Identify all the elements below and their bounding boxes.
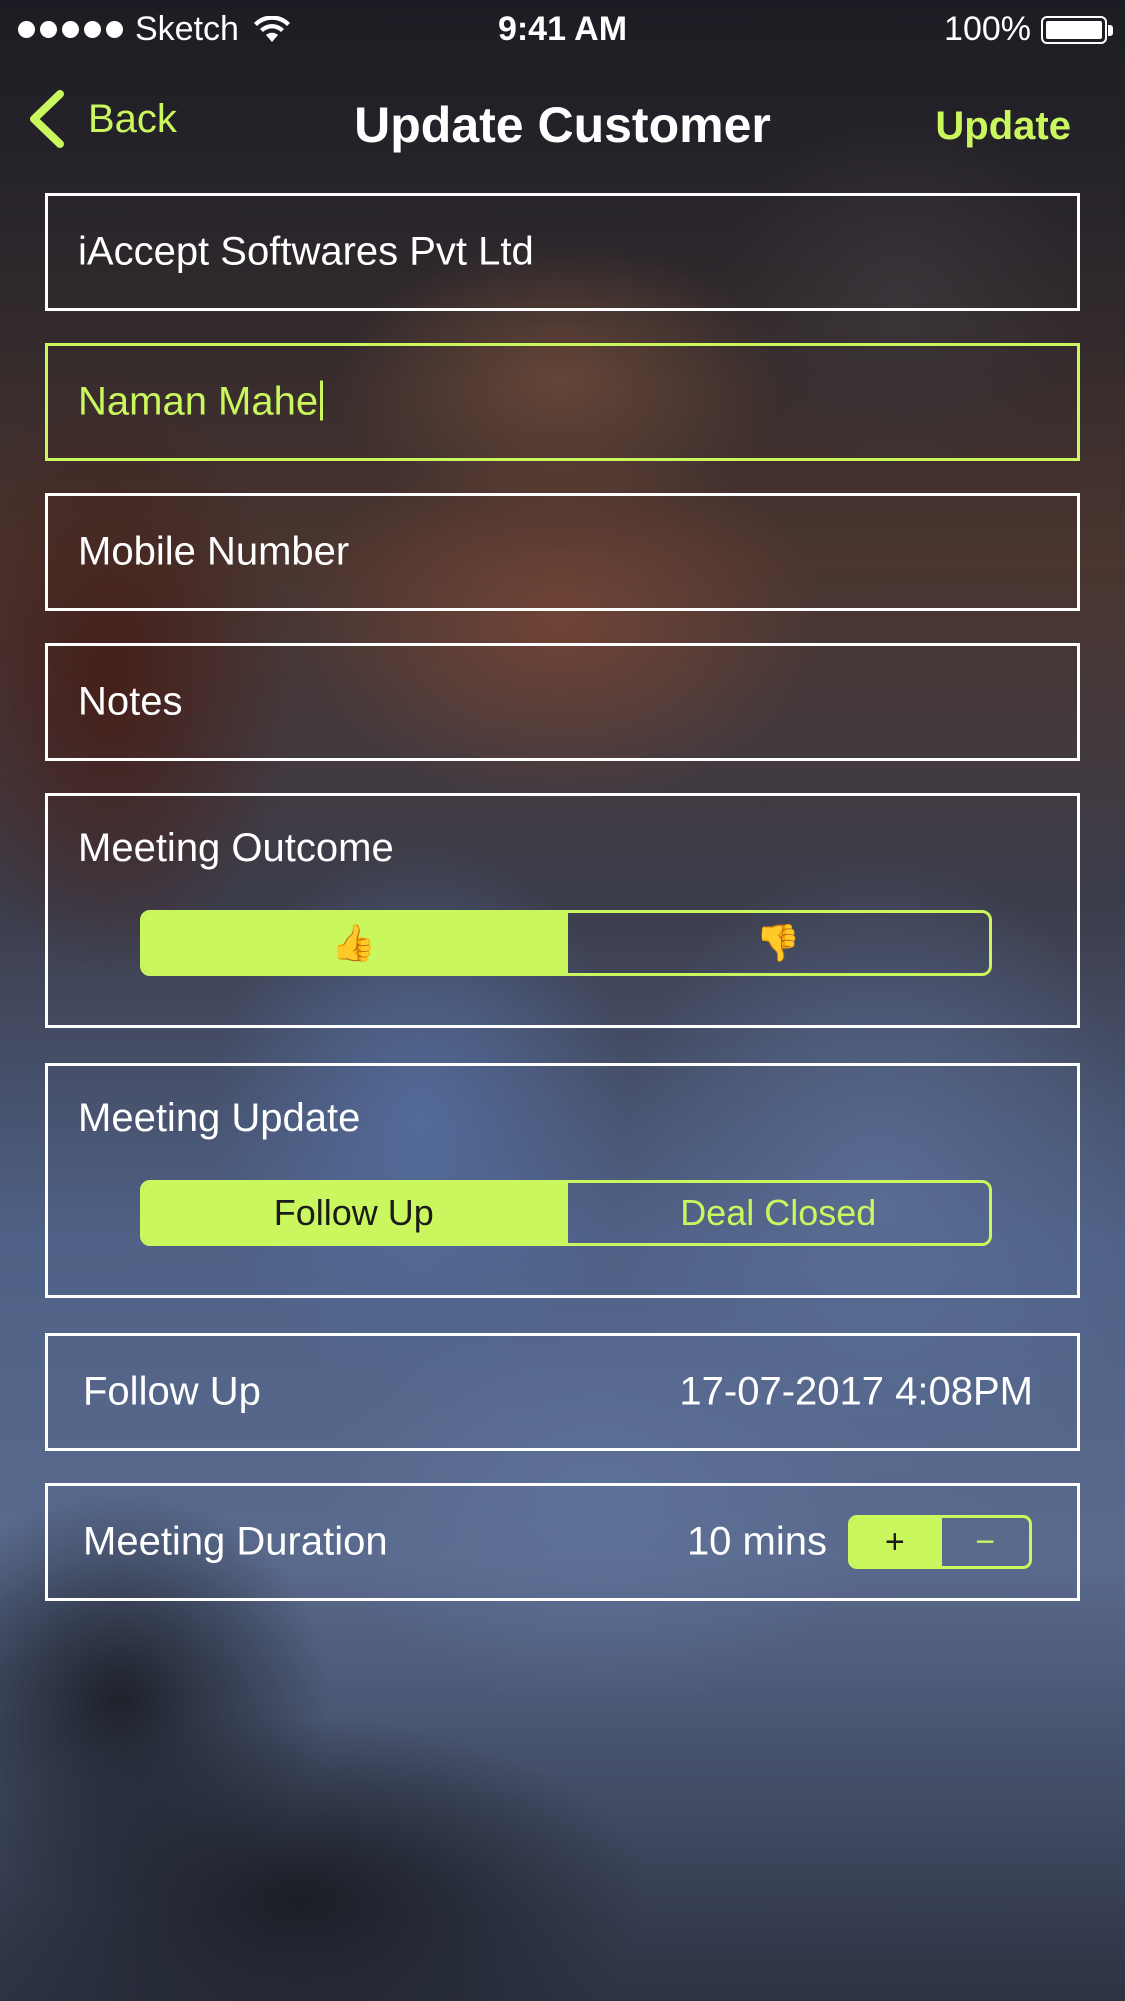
follow-up-label: Follow Up bbox=[83, 1369, 261, 1414]
notes-placeholder: Notes bbox=[78, 679, 183, 724]
contact-name-value: Naman Mahe bbox=[78, 379, 319, 424]
battery-group: 100% bbox=[944, 10, 1113, 49]
meeting-outcome-segmented-control: 👍 👎 bbox=[140, 910, 992, 976]
battery-icon bbox=[1041, 15, 1113, 44]
meeting-duration-row: Meeting Duration 10 mins + − bbox=[45, 1483, 1080, 1601]
navigation-bar: Back Update Customer Update bbox=[0, 90, 1125, 170]
follow-up-row[interactable]: Follow Up 17-07-2017 4:08PM bbox=[45, 1333, 1080, 1451]
status-bar: Sketch 9:41 AM 100% bbox=[0, 0, 1125, 60]
battery-percent: 100% bbox=[944, 10, 1031, 48]
meeting-duration-value: 10 mins bbox=[686, 1519, 827, 1564]
mobile-number-placeholder: Mobile Number bbox=[78, 529, 350, 574]
contact-name-field[interactable]: Naman Mahe bbox=[45, 343, 1080, 461]
thumbs-up-icon: 👍 bbox=[331, 922, 377, 963]
follow-up-datetime: 17-07-2017 4:08PM bbox=[679, 1369, 1033, 1414]
thumbs-down-icon: 👎 bbox=[755, 922, 801, 963]
meeting-update-label: Meeting Update bbox=[78, 1096, 361, 1140]
meeting-duration-label: Meeting Duration bbox=[83, 1519, 388, 1564]
contact-name-wrapper: Naman Mahe bbox=[78, 379, 324, 425]
duration-stepper: + − bbox=[848, 1515, 1032, 1569]
thumbs-up-segment[interactable]: 👍 bbox=[143, 913, 565, 973]
follow-up-segment[interactable]: Follow Up bbox=[143, 1183, 565, 1243]
meeting-update-segmented-control: Follow Up Deal Closed bbox=[140, 1180, 992, 1246]
mobile-number-field[interactable]: Mobile Number bbox=[45, 493, 1080, 611]
update-button[interactable]: Update bbox=[935, 104, 1071, 149]
company-field[interactable]: iAccept Softwares Pvt Ltd bbox=[45, 193, 1080, 311]
deal-closed-segment[interactable]: Deal Closed bbox=[564, 1183, 990, 1243]
meeting-outcome-label: Meeting Outcome bbox=[78, 826, 394, 870]
decrement-button[interactable]: − bbox=[938, 1518, 1030, 1566]
thumbs-down-segment[interactable]: 👎 bbox=[564, 913, 990, 973]
text-cursor bbox=[320, 380, 324, 421]
notes-field[interactable]: Notes bbox=[45, 643, 1080, 761]
company-value: iAccept Softwares Pvt Ltd bbox=[78, 229, 534, 274]
meeting-update-card: Meeting Update Follow Up Deal Closed bbox=[45, 1063, 1080, 1298]
meeting-outcome-card: Meeting Outcome 👍 👎 bbox=[45, 793, 1080, 1028]
increment-button[interactable]: + bbox=[851, 1518, 939, 1566]
